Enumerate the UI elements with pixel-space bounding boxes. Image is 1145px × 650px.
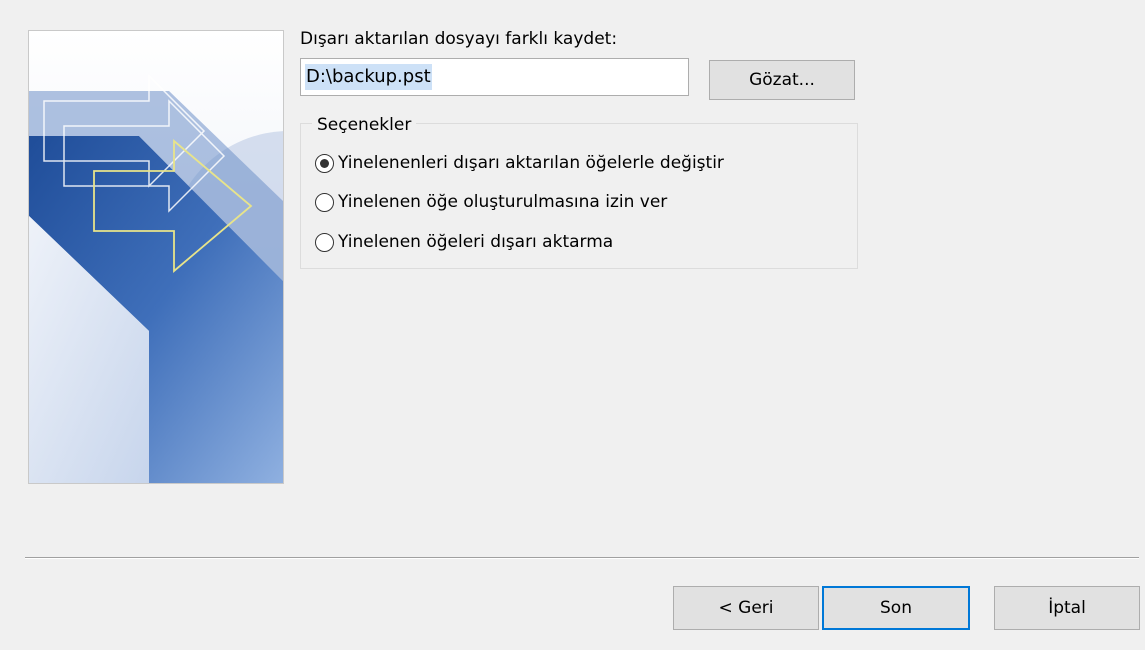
radio-button-selected[interactable] <box>315 153 334 173</box>
browse-button[interactable]: Gözat... <box>709 60 855 100</box>
radio-replace-duplicates[interactable]: Yinelenenleri dışarı aktarılan öğelerle … <box>315 151 724 175</box>
radio-label: Yinelenenleri dışarı aktarılan öğelerle … <box>338 153 724 173</box>
radio-allow-duplicates[interactable]: Yinelenen öğe oluşturulmasına izin ver <box>315 190 667 214</box>
wizard-illustration <box>28 30 284 484</box>
save-as-label: Dışarı aktarılan dosyayı farklı kaydet: <box>300 29 618 49</box>
options-legend: Seçenekler <box>312 114 417 136</box>
file-path-value: D:\backup.pst <box>305 64 432 90</box>
radio-label: Yinelenen öğeleri dışarı aktarma <box>338 232 614 252</box>
export-arrow-graphic <box>29 31 283 483</box>
cancel-button[interactable]: İptal <box>994 586 1140 630</box>
footer-separator <box>25 557 1139 559</box>
finish-button[interactable]: Son <box>822 586 970 630</box>
radio-button[interactable] <box>315 232 334 252</box>
radio-button[interactable] <box>315 192 334 212</box>
file-path-input[interactable]: D:\backup.pst <box>300 58 689 96</box>
radio-skip-duplicates[interactable]: Yinelenen öğeleri dışarı aktarma <box>315 230 613 254</box>
radio-label: Yinelenen öğe oluşturulmasına izin ver <box>338 192 668 212</box>
radio-dot <box>320 158 329 168</box>
back-button[interactable]: < Geri <box>673 586 819 630</box>
